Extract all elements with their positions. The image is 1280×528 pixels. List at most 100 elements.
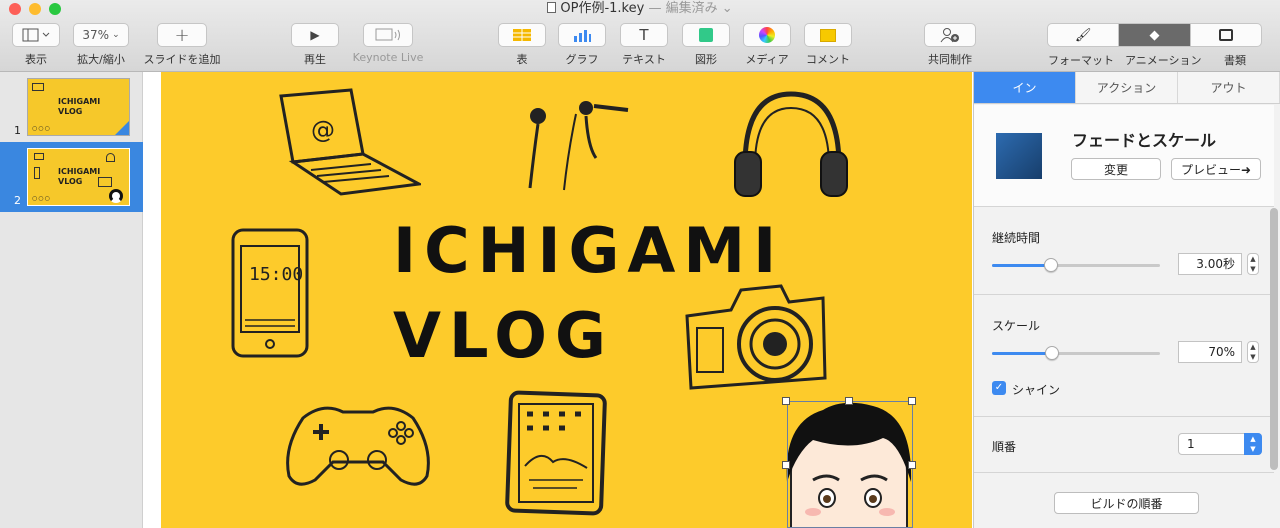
table-button[interactable]: [498, 23, 546, 47]
thumb-avatar-icon: [109, 189, 123, 203]
scale-slider[interactable]: [992, 346, 1160, 360]
selection-frame: [787, 401, 913, 528]
smartphone-sketch-icon[interactable]: 15:00: [229, 228, 313, 362]
table-tool[interactable]: 表: [497, 23, 547, 67]
comment-tool[interactable]: コメント: [803, 23, 853, 67]
game-controller-sketch-icon[interactable]: [283, 398, 433, 493]
view-button[interactable]: [12, 23, 60, 47]
thumb-title: ICHIGAMI VLOG: [58, 167, 100, 187]
duration-slider-knob[interactable]: [1043, 258, 1058, 272]
duration-stepper-icon[interactable]: ▲ ▼: [1247, 253, 1259, 275]
duration-field[interactable]: 3.00秒: [1178, 253, 1242, 275]
scale-stepper-icon[interactable]: ▲ ▼: [1247, 341, 1259, 363]
collaborate-person-plus-icon: [940, 28, 959, 43]
tab-action[interactable]: アクション: [1076, 72, 1178, 103]
effect-section: フェードとスケール 変更 プレビュー➜: [974, 105, 1274, 207]
slide-canvas[interactable]: ICHIGAMI VLOG @ 15:00: [161, 72, 972, 528]
zoom-value: 37%: [82, 28, 110, 42]
camera-sketch-icon[interactable]: [681, 282, 831, 397]
effect-preview-swatch-icon: [996, 133, 1042, 179]
table-icon: [513, 29, 531, 41]
scale-section: スケール 70% ▲ ▼ ✓ シャイン: [974, 295, 1274, 417]
zoom-tool[interactable]: 37% ⌄ 拡大/縮小: [72, 23, 130, 67]
shape-button[interactable]: [682, 23, 730, 47]
build-tabs[interactable]: イン アクション アウト: [974, 72, 1280, 104]
media-tool[interactable]: メディア: [742, 23, 792, 67]
comment-button[interactable]: [804, 23, 852, 47]
resize-handle-top-right[interactable]: [908, 397, 916, 405]
order-value: 1: [1187, 437, 1195, 451]
duration-section: 継続時間 3.00秒 ▲ ▼: [974, 207, 1274, 295]
scale-slider-knob[interactable]: [1045, 346, 1060, 360]
chart-button[interactable]: [558, 23, 606, 47]
tab-build-out[interactable]: アウト: [1178, 72, 1280, 103]
slide-number-2: 2: [14, 194, 21, 207]
zoom-label: 拡大/縮小: [77, 53, 125, 66]
window-title: OP作例-1.key — 編集済み ⌄: [0, 0, 1280, 18]
shape-tool[interactable]: 図形: [681, 23, 731, 67]
laptop-sketch-icon[interactable]: @: [271, 86, 421, 196]
thumb-laptop-icon: [32, 83, 44, 91]
checkmark-icon: ✓: [994, 382, 1004, 393]
slide-title-line1[interactable]: ICHIGAMI: [393, 220, 784, 282]
tablet-sketch-icon[interactable]: [503, 390, 609, 516]
duration-label: 継続時間: [992, 231, 1041, 245]
earphones-sketch-icon[interactable]: [516, 92, 636, 192]
inspector-mode-segmented-control[interactable]: 🖌 ◆: [1047, 23, 1262, 47]
inspector-scrollbar[interactable]: [1270, 208, 1278, 470]
slide-thumbnail-1[interactable]: ICHIGAMI VLOG ○○○: [27, 78, 130, 136]
slide-navigator[interactable]: 1 ICHIGAMI VLOG ○○○ 2 ICHIGAMI VLOG ○○○: [0, 72, 143, 528]
media-button[interactable]: [743, 23, 791, 47]
comment-note-icon: [820, 28, 836, 42]
resize-handle-left[interactable]: [782, 461, 790, 469]
duration-slider-fill: [992, 264, 1051, 267]
chart-label: グラフ: [565, 53, 599, 66]
format-button[interactable]: 🖌: [1048, 24, 1120, 46]
thumb-title-line1: ICHIGAMI: [58, 167, 101, 176]
headphones-sketch-icon[interactable]: [731, 86, 851, 206]
view-label: 表示: [25, 53, 47, 66]
order-select-arrows-icon[interactable]: ▲ ▼: [1244, 433, 1262, 455]
slide-thumbnail-2[interactable]: ICHIGAMI VLOG ○○○: [27, 148, 130, 206]
keynote-live-tool[interactable]: Keynote Live: [348, 23, 428, 64]
duration-slider[interactable]: [992, 258, 1160, 272]
keynote-live-button[interactable]: [363, 23, 413, 47]
thumb-camera-icon: [98, 177, 112, 187]
document-status: — 編集済み ⌄: [648, 1, 733, 16]
add-slide-button[interactable]: +: [157, 23, 207, 47]
build-dots-icon: ○○○: [32, 125, 51, 132]
order-section: 順番 1 ▲ ▼: [974, 417, 1274, 473]
chart-tool[interactable]: グラフ: [557, 23, 607, 67]
slide-title-line2[interactable]: VLOG: [393, 305, 614, 367]
play-tool[interactable]: ▶ 再生: [290, 23, 340, 67]
view-tool[interactable]: 表示: [11, 23, 61, 67]
document-square-icon: [1218, 29, 1233, 41]
add-slide-tool[interactable]: + スライドを追加: [142, 23, 222, 67]
zoom-select[interactable]: 37% ⌄: [73, 23, 129, 47]
thumb-laptop-icon: [34, 153, 44, 160]
play-button[interactable]: ▶: [291, 23, 339, 47]
preview-button[interactable]: プレビュー➜: [1171, 158, 1261, 180]
shine-label: シャイン: [1012, 383, 1061, 397]
resize-handle-top[interactable]: [845, 397, 853, 405]
build-order-button[interactable]: ビルドの順番: [1054, 492, 1199, 514]
media-label: メディア: [745, 53, 789, 66]
animate-button[interactable]: ◆: [1119, 24, 1191, 46]
text-icon: T: [639, 26, 649, 44]
keynote-live-label: Keynote Live: [352, 51, 424, 64]
shine-checkbox[interactable]: ✓: [992, 381, 1006, 395]
change-effect-button[interactable]: 変更: [1071, 158, 1161, 180]
shape-label: 図形: [695, 53, 717, 66]
document-button[interactable]: [1191, 24, 1261, 46]
collaborate-button[interactable]: [924, 23, 976, 47]
collaborate-tool[interactable]: 共同制作: [922, 23, 978, 67]
text-tool[interactable]: T テキスト: [619, 23, 669, 67]
resize-handle-right[interactable]: [908, 461, 916, 469]
resize-handle-top-left[interactable]: [782, 397, 790, 405]
tab-build-in[interactable]: イン: [974, 72, 1076, 103]
scale-field[interactable]: 70%: [1178, 341, 1242, 363]
thumb-title: ICHIGAMI VLOG: [58, 97, 100, 117]
text-button[interactable]: T: [620, 23, 668, 47]
chevron-down-icon: ⌄: [112, 30, 120, 40]
animate-label: アニメーション: [1125, 54, 1202, 67]
